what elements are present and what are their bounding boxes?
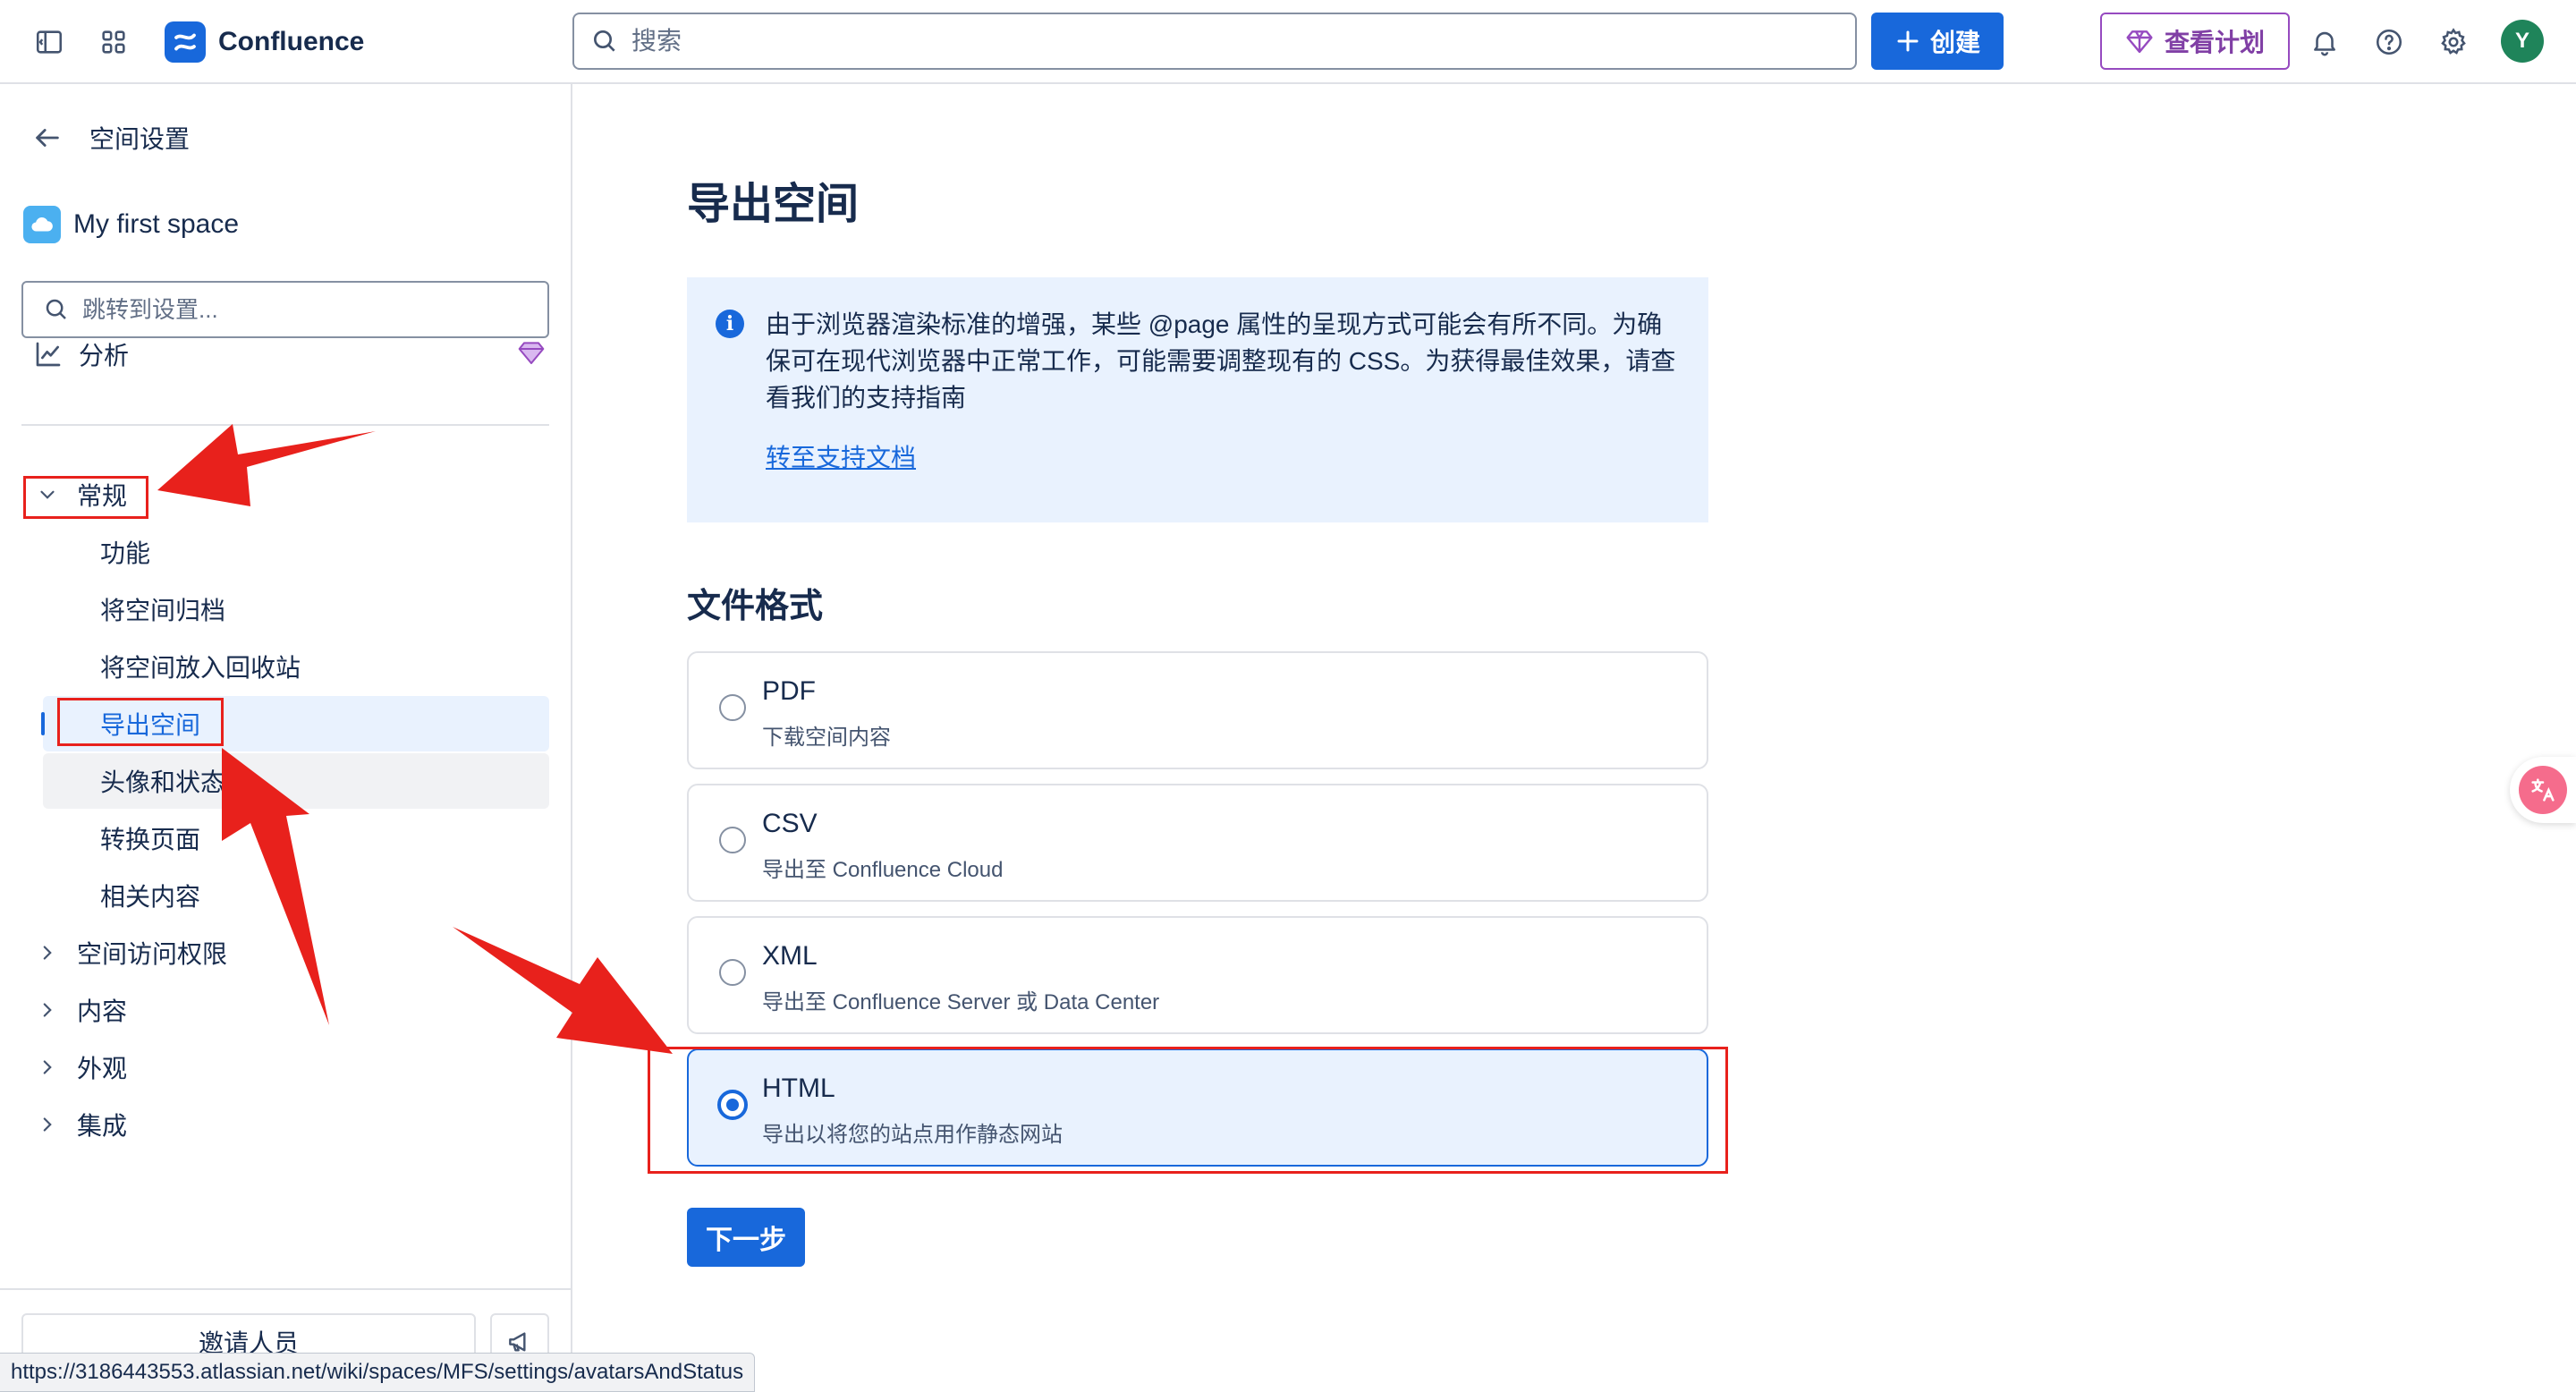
info-banner: i 由于浏览器渲染标准的增强，某些 @page 属性的呈现方式可能会有所不同。为… xyxy=(687,277,1708,522)
back-to-space-settings[interactable]: 空间设置 xyxy=(32,120,190,156)
space-settings-title: 空间设置 xyxy=(89,125,191,153)
annotation-box-html-option xyxy=(648,1047,1728,1174)
sidebar-group-integrations[interactable]: 集成 xyxy=(36,1097,127,1152)
sidebar-item-analysis[interactable]: 分析 xyxy=(34,336,549,372)
arrow-left-icon xyxy=(36,129,59,147)
settings-search[interactable] xyxy=(21,281,549,338)
cloud-space-icon xyxy=(23,206,61,243)
sidebar-item-features[interactable]: 功能 xyxy=(43,524,549,580)
sidebar-item-avatar-status[interactable]: 头像和状态 xyxy=(43,753,549,809)
sidebar-group-label: 内容 xyxy=(77,997,128,1025)
create-button-label: 创建 xyxy=(1929,29,1980,56)
format-option-csv[interactable]: CSV 导出至 Confluence Cloud xyxy=(687,784,1708,902)
sidebar-item-label: 分析 xyxy=(79,342,130,369)
next-step-button[interactable]: 下一步 xyxy=(687,1208,805,1267)
chevron-right-icon xyxy=(43,1117,52,1132)
notifications-bell-icon[interactable] xyxy=(2304,21,2345,63)
radio-xml[interactable] xyxy=(719,959,746,986)
confluence-logo-icon[interactable] xyxy=(165,21,206,63)
selected-indicator xyxy=(41,712,45,735)
option-description: 导出至 Confluence Server 或 Data Center xyxy=(762,990,1160,1014)
sidebar-divider xyxy=(21,424,549,426)
space-link[interactable]: My first space xyxy=(23,206,239,243)
create-button[interactable]: 创建 xyxy=(1871,13,2004,70)
annotation-box-general xyxy=(23,476,148,519)
info-icon: i xyxy=(716,310,744,338)
option-label: XML xyxy=(762,941,818,971)
sidebar-group-space-permissions[interactable]: 空间访问权限 xyxy=(36,925,227,980)
sidebar-group-label: 空间访问权限 xyxy=(77,940,228,968)
app-switcher-icon[interactable] xyxy=(93,21,134,63)
brand-name[interactable]: Confluence xyxy=(218,25,364,59)
sidebar-group-appearance[interactable]: 外观 xyxy=(36,1040,127,1095)
option-label: PDF xyxy=(762,676,816,706)
user-avatar[interactable]: Y xyxy=(2501,20,2544,63)
file-format-heading: 文件格式 xyxy=(687,588,824,625)
annotation-box-export-space xyxy=(57,698,224,746)
sidebar-group-content[interactable]: 内容 xyxy=(36,982,127,1038)
translate-icon xyxy=(2519,766,2567,814)
plus-icon xyxy=(1897,30,1919,52)
format-option-xml[interactable]: XML 导出至 Confluence Server 或 Data Center xyxy=(687,916,1708,1034)
sidebar-group-label: 外观 xyxy=(77,1055,128,1082)
view-plans-button[interactable]: 查看计划 xyxy=(2100,13,2290,70)
option-description: 导出至 Confluence Cloud xyxy=(762,858,1004,882)
radio-csv[interactable] xyxy=(719,827,746,853)
search-input[interactable] xyxy=(631,27,1794,55)
top-navigation-bar: Confluence 创建 查看计划 Y xyxy=(0,0,2576,84)
chevron-right-icon xyxy=(43,946,52,960)
sidebar-item-trash-space[interactable]: 将空间放入回收站 xyxy=(43,639,549,694)
view-plans-label: 查看计划 xyxy=(2164,29,2265,56)
sidebar-footer-divider xyxy=(0,1288,571,1290)
sidebar-item-related-content[interactable]: 相关内容 xyxy=(43,868,549,923)
option-description: 下载空间内容 xyxy=(762,726,891,750)
chart-trend-icon xyxy=(36,342,61,367)
premium-gem-icon xyxy=(518,342,545,364)
sidebar-item-archive-space[interactable]: 将空间归档 xyxy=(43,581,549,637)
page-title: 导出空间 xyxy=(687,181,860,228)
info-message: 由于浏览器渲染标准的增强，某些 @page 属性的呈现方式可能会有所不同。为确保… xyxy=(766,310,1676,412)
settings-gear-icon[interactable] xyxy=(2433,21,2474,63)
sidebar-item-convert-pages[interactable]: 转换页面 xyxy=(43,811,549,866)
chevron-right-icon xyxy=(43,1003,52,1017)
chevron-right-icon xyxy=(43,1060,52,1074)
sidebar-group-label: 集成 xyxy=(77,1112,128,1140)
search-icon xyxy=(594,30,615,52)
global-search[interactable] xyxy=(572,13,1857,70)
help-icon[interactable] xyxy=(2368,21,2410,63)
format-option-pdf[interactable]: PDF 下载空间内容 xyxy=(687,651,1708,769)
settings-search-input[interactable] xyxy=(82,295,547,324)
support-docs-link[interactable]: 转至支持文档 xyxy=(766,438,916,474)
gem-icon xyxy=(2126,30,2153,54)
floating-translate-widget[interactable] xyxy=(2510,757,2576,823)
radio-pdf[interactable] xyxy=(719,694,746,721)
option-label: CSV xyxy=(762,809,818,838)
status-bar-url: https://3186443553.atlassian.net/wiki/sp… xyxy=(0,1353,756,1392)
space-name: My first space xyxy=(73,209,240,239)
sidebar-toggle-icon[interactable] xyxy=(29,21,70,63)
search-icon xyxy=(46,299,66,319)
